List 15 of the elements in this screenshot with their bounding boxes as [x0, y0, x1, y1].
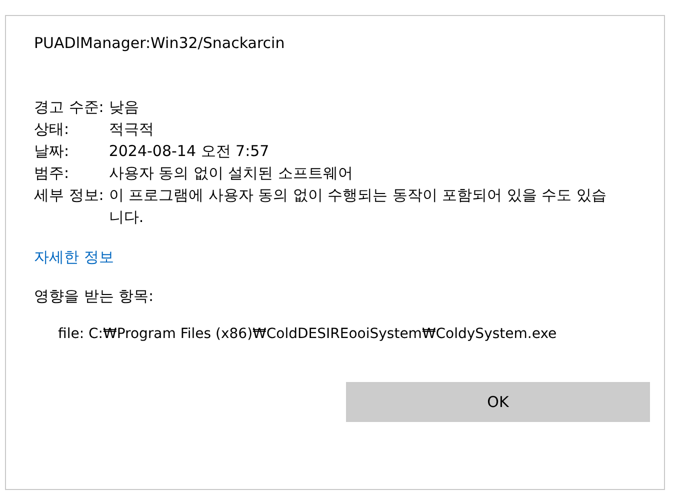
threat-name: PUADlManager:Win32/Snackarcin: [34, 34, 286, 54]
detail-value: 2024-08-14 오전 7:57: [108, 141, 270, 162]
ok-button[interactable]: OK: [346, 382, 650, 422]
detail-label: 경고 수준:: [34, 97, 104, 118]
affected-file-path: file: C:₩Program Files (x86)₩ColdDESIREooiSystem₩ColdySystem.exe: [58, 326, 558, 342]
detail-value: 이 프로그램에 사용자 동의 없이 수행되는 동작이 포함되어 있을 수도 있습니다.: [108, 185, 608, 228]
detail-label: 범주:: [34, 163, 70, 184]
affected-items-heading: 영향을 받는 항목:: [34, 287, 155, 306]
detail-label: 날짜:: [34, 141, 70, 162]
detail-value: 적극적: [108, 119, 155, 140]
detail-label: 세부 정보:: [34, 185, 104, 206]
detail-value: 낮음: [108, 97, 140, 118]
detail-label: 상태:: [34, 119, 70, 140]
detail-value: 사용자 동의 없이 설치된 소프트웨어: [108, 163, 354, 184]
more-info-link[interactable]: 자세한 정보: [34, 248, 114, 267]
